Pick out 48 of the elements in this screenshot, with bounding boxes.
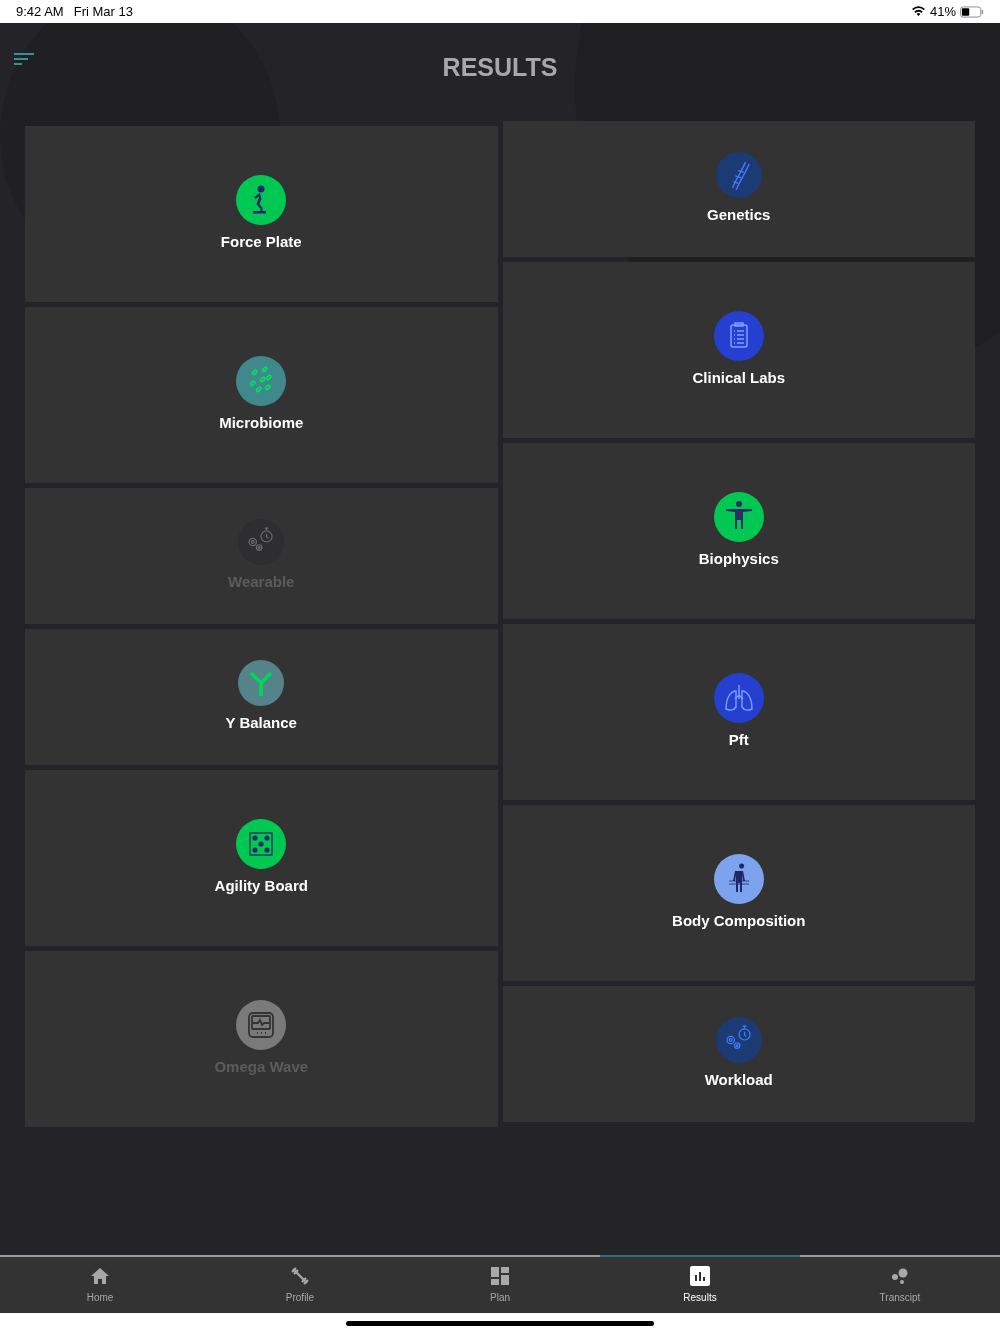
result-icon bbox=[236, 818, 287, 869]
battery-percent: 41% bbox=[929, 2, 956, 21]
result-icon bbox=[236, 174, 287, 225]
result-icon bbox=[713, 491, 764, 542]
tab-item[interactable]: Transcipt bbox=[800, 1257, 1000, 1313]
tab-item[interactable]: Results bbox=[600, 1257, 800, 1313]
tile-label: Genetics bbox=[707, 204, 771, 225]
result-icon bbox=[713, 672, 764, 723]
result-icon bbox=[236, 999, 287, 1050]
tile-label: Force Plate bbox=[220, 231, 302, 252]
tile-label: Microbiome bbox=[219, 412, 304, 433]
result-tile[interactable]: Body Composition bbox=[502, 805, 975, 981]
result-icon bbox=[238, 518, 285, 565]
tile-label: Biophysics bbox=[698, 548, 779, 569]
result-icon bbox=[236, 355, 287, 406]
result-icon bbox=[715, 151, 762, 198]
tab-item[interactable]: Home bbox=[0, 1257, 200, 1313]
result-tile[interactable]: Pft bbox=[502, 624, 975, 800]
tile-label: Clinical Labs bbox=[692, 367, 785, 388]
result-icon bbox=[713, 853, 764, 904]
result-tile[interactable]: Biophysics bbox=[502, 443, 975, 619]
tile-label: Agility Board bbox=[214, 875, 308, 896]
tile-label: Pft bbox=[728, 729, 749, 750]
menu-icon[interactable] bbox=[14, 53, 34, 67]
dashboard-icon bbox=[490, 1265, 510, 1286]
result-tile[interactable]: Clinical Labs bbox=[502, 262, 975, 438]
tile-label: Body Composition bbox=[672, 910, 806, 931]
result-icon bbox=[715, 1016, 762, 1063]
battery-icon bbox=[960, 5, 984, 18]
tile-label: Y Balance bbox=[225, 712, 297, 733]
status-time: 9:42 AM bbox=[16, 2, 64, 21]
result-tile[interactable]: Genetics bbox=[502, 121, 975, 257]
result-icon bbox=[238, 659, 285, 706]
dumbbell-icon bbox=[290, 1265, 310, 1286]
page-title: RESULTS bbox=[442, 52, 558, 84]
result-tile[interactable]: Y Balance bbox=[25, 629, 498, 765]
tab-item[interactable]: Profile bbox=[200, 1257, 400, 1313]
tile-label: Workload bbox=[704, 1069, 773, 1090]
wifi-icon bbox=[910, 6, 926, 17]
tab-item[interactable]: Plan bbox=[400, 1257, 600, 1313]
result-tile[interactable]: Microbiome bbox=[25, 307, 498, 483]
result-tile[interactable]: Workload bbox=[502, 986, 975, 1122]
bar-chart-icon bbox=[690, 1265, 710, 1286]
home-icon bbox=[90, 1265, 110, 1286]
status-date: Fri Mar 13 bbox=[73, 2, 133, 21]
result-tile[interactable]: Force Plate bbox=[25, 126, 498, 302]
result-icon bbox=[713, 310, 764, 361]
result-tile[interactable]: Agility Board bbox=[25, 770, 498, 946]
